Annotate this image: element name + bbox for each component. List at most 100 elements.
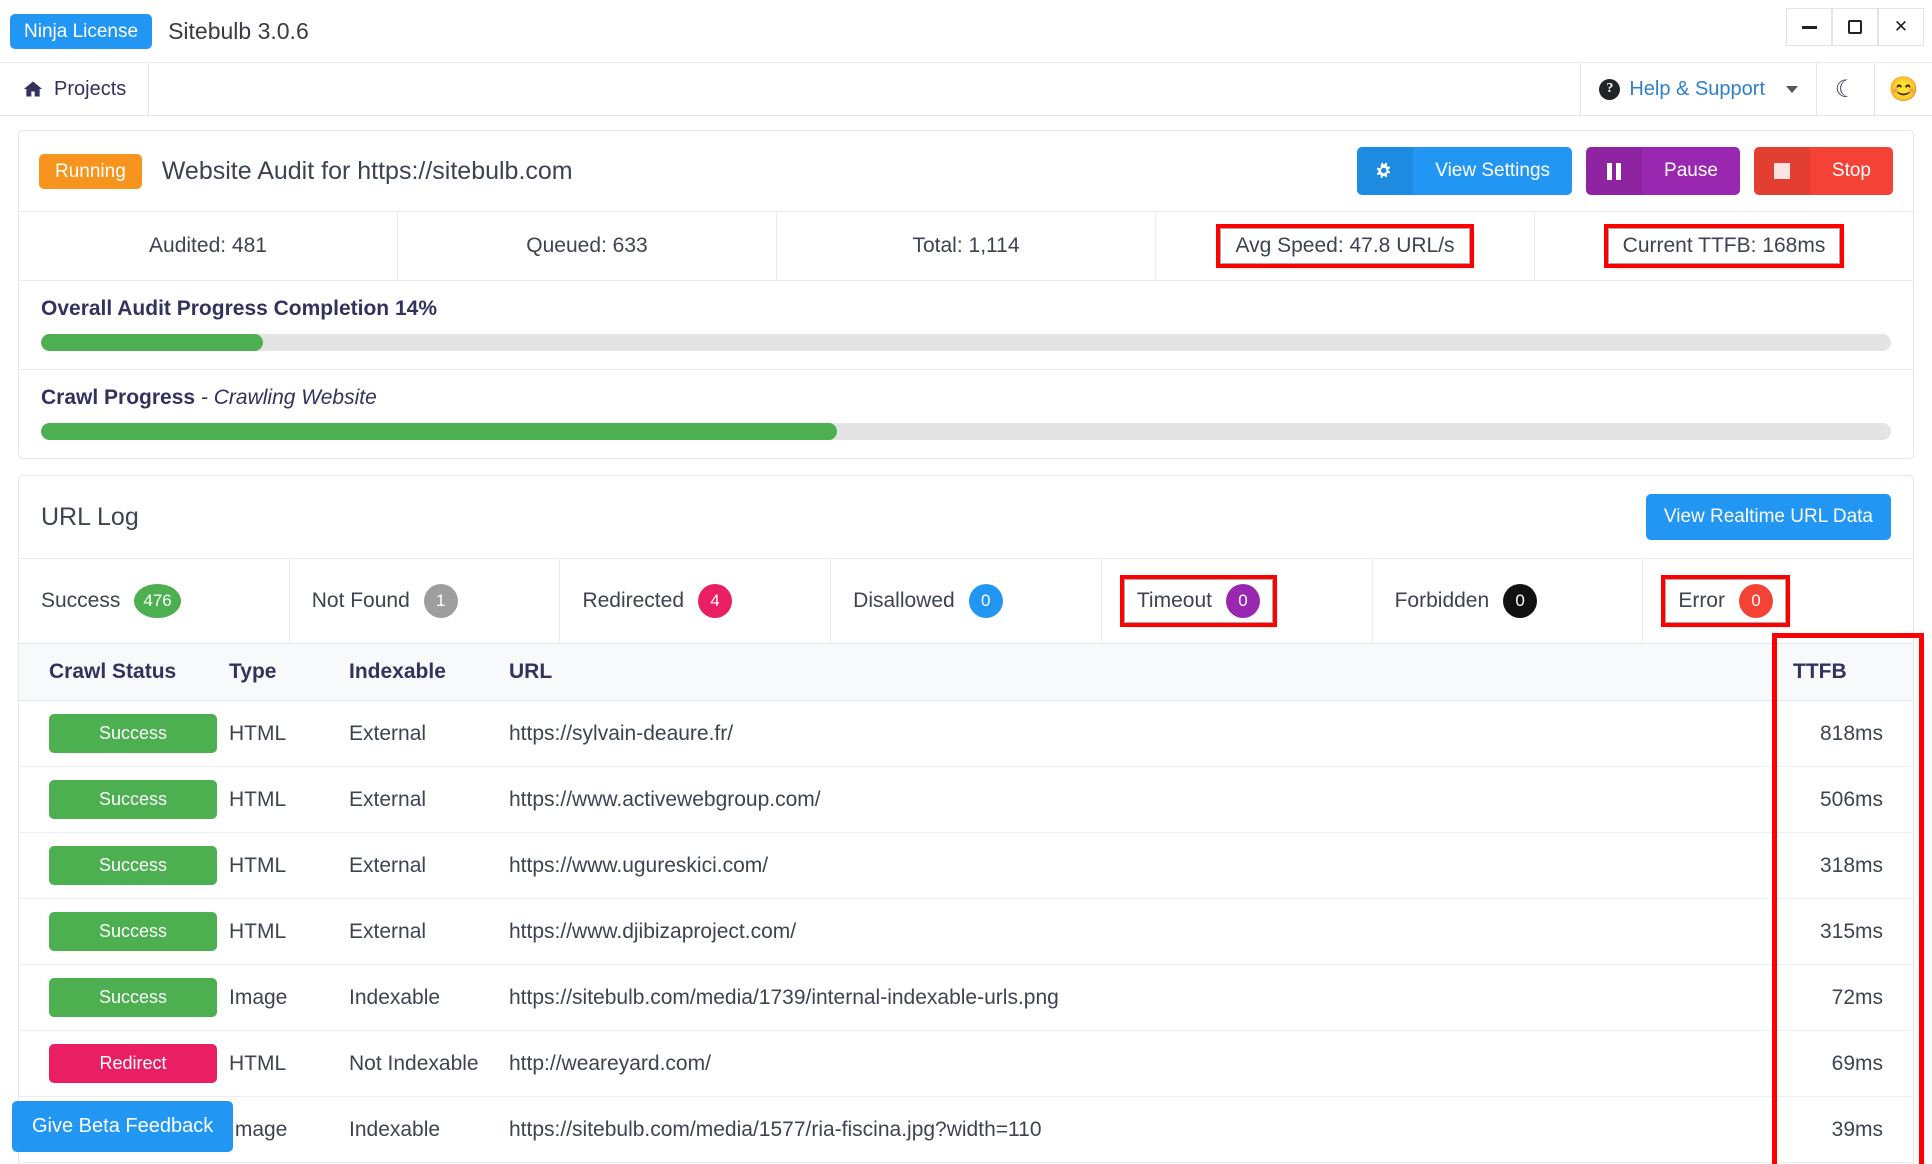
cell-url[interactable]: http://weareyard.com/ [499,1030,1783,1097]
table-row[interactable]: Success HTML External https://sylvain-deaur… [19,700,1913,767]
status-tab-disallowed[interactable]: Disallowed 0 [831,559,1102,643]
status-tab-forbidden[interactable]: Forbidden 0 [1373,559,1644,643]
cell-type: HTML [219,700,339,767]
cell-ttfb: 69ms [1783,1030,1913,1097]
overall-progress-block: Overall Audit Progress Completion 14% [19,281,1913,370]
column-header-indexable[interactable]: Indexable [339,644,499,701]
stop-icon [1753,147,1810,195]
cell-url[interactable]: https://sylvain-deaure.fr/ [499,700,1783,767]
dark-mode-toggle[interactable]: ☾ [1816,63,1874,115]
table-row[interactable]: Success HTML External https://www.djibizapr… [19,898,1913,965]
crawl-progress-block: Crawl Progress - Crawling Website [19,370,1913,458]
nav-item-projects-label: Projects [54,77,127,100]
cell-indexable: Indexable [339,1096,499,1163]
audit-status-badge: Running [39,153,142,189]
feedback-emoji-button[interactable]: 😊 [1874,63,1932,115]
cell-url[interactable]: https://sitebulb.com/media/1577/ria-fisc… [499,1096,1783,1163]
status-tab-success[interactable]: Success 476 [19,559,290,643]
cell-indexable: External [339,766,499,833]
help-and-support-menu[interactable]: ? Help & Support [1580,63,1816,115]
moon-icon: ☾ [1834,75,1857,103]
status-tab-error[interactable]: Error 0 [1643,559,1913,643]
cell-url[interactable]: https://www.djibizaproject.com/ [499,898,1783,965]
column-header-url[interactable]: URL [499,644,1783,701]
crawl-progress-label: Crawl Progress - Crawling Website [41,386,1891,410]
status-badge: Success [49,912,217,951]
status-tab-timeout[interactable]: Timeout 0 [1102,559,1373,643]
status-tab-inner: Not Found 1 [312,584,458,618]
maximize-button[interactable] [1832,8,1878,46]
cell-indexable: Indexable [339,964,499,1031]
audit-header: Running Website Audit for https://sitebu… [19,131,1913,212]
cell-ttfb: 72ms [1783,964,1913,1031]
stat-audited-value: Audited: 481 [149,234,267,257]
cell-ttfb: 318ms [1783,832,1913,899]
cell-url[interactable]: https://www.activewebgroup.com/ [499,766,1783,833]
close-button[interactable]: ✕ [1878,8,1924,46]
url-log-header: URL Log View Realtime URL Data [19,476,1913,559]
table-row[interactable]: Redirect HTML Not Indexable http://weareyar… [19,1030,1913,1097]
status-tab-label: Not Found [311,589,410,612]
pause-icon [1586,147,1643,195]
pause-button[interactable]: Pause [1586,147,1740,195]
home-icon [23,81,43,97]
give-beta-feedback-button[interactable]: Give Beta Feedback [12,1101,234,1152]
column-header-crawl-status[interactable]: Crawl Status [19,644,219,701]
cell-ttfb: 818ms [1783,700,1913,767]
status-tab-count: 0 [1738,584,1773,618]
cell-crawl-status: Success [19,898,219,965]
cell-crawl-status: Redirect [19,1030,219,1097]
status-tab-count: 476 [134,584,181,618]
stat-queued: Queued: 633 [398,212,777,280]
minimize-button[interactable] [1786,8,1832,46]
status-tab-label: Timeout [1136,589,1212,612]
view-settings-button[interactable]: View Settings [1357,147,1573,195]
cell-crawl-status: Success [19,766,219,833]
cell-indexable: External [339,700,499,767]
license-badge[interactable]: Ninja License [10,13,153,49]
status-tab-inner: Disallowed 0 [853,584,1003,618]
crawl-progress-state: - Crawling Website [195,386,377,409]
title-bar: Ninja License Sitebulb 3.0.6 ✕ [0,0,1932,62]
cell-type: Image [219,1096,339,1163]
status-tab-label: Redirected [582,589,684,612]
crawl-progress-title: Crawl Progress [41,386,196,409]
status-tab-inner: Forbidden 0 [1395,584,1538,618]
view-settings-label: View Settings [1435,160,1551,181]
nav-item-projects[interactable]: Projects [0,63,150,115]
table-row[interactable]: SuccessImageIndexablehttps://sitebulb.co… [19,1096,1913,1163]
view-realtime-url-data-button[interactable]: View Realtime URL Data [1645,494,1891,540]
cell-indexable: External [339,832,499,899]
url-log-table-head: Crawl Status Type Indexable URL TTFB [19,644,1913,701]
status-badge: Success [49,780,217,819]
close-icon: ✕ [1893,17,1909,36]
status-tab-redirected[interactable]: Redirected 4 [560,559,832,643]
status-tab-label: Error [1678,589,1725,612]
table-row[interactable]: Success HTML External https://www.ugureskic… [19,832,1913,899]
stop-button[interactable]: Stop [1753,147,1893,195]
stat-total: Total: 1,114 [777,212,1156,280]
cell-ttfb: 506ms [1783,766,1913,833]
table-row[interactable]: SuccessImageIndexablehttps://sitebulb.co… [19,964,1913,1031]
status-tab-not-found[interactable]: Not Found 1 [290,559,561,643]
table-row[interactable]: Success HTML External https://www.activeweb… [19,766,1913,833]
column-header-type[interactable]: Type [219,644,339,701]
app-title: Sitebulb 3.0.6 [168,17,309,44]
url-log-title: URL Log [41,502,139,531]
cell-ttfb: 39ms [1783,1096,1913,1163]
audit-stats-row: Audited: 481 Queued: 633 Total: 1,114 Av… [19,212,1913,281]
status-tab-count: 1 [423,584,458,618]
status-tab-inner: Success 476 [41,584,181,618]
cell-url[interactable]: https://sitebulb.com/media/1739/internal… [499,964,1783,1031]
cell-ttfb: 315ms [1783,898,1913,965]
status-tab-label: Disallowed [853,589,955,612]
maximize-icon [1848,20,1862,34]
stat-avg-speed: Avg Speed: 47.8 URL/s [1156,212,1535,280]
cell-indexable: Not Indexable [339,1030,499,1097]
cell-crawl-status: Success [19,700,219,767]
status-tab-inner: Error 0 [1661,575,1790,627]
gear-icon [1357,147,1414,195]
column-header-ttfb[interactable]: TTFB [1783,644,1913,701]
cell-url[interactable]: https://www.ugureskici.com/ [499,832,1783,899]
pause-label: Pause [1664,160,1718,181]
